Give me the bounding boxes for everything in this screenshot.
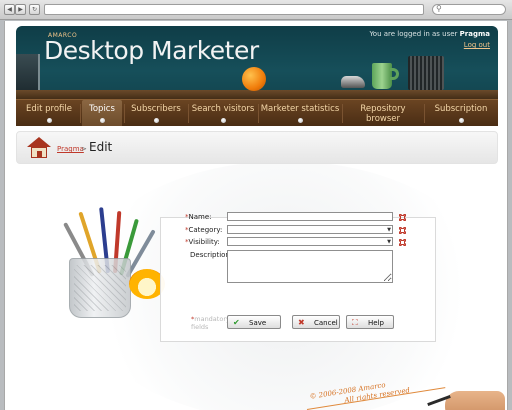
login-status: You are logged in as user Pragma [369,30,490,38]
cancel-button-label: Cancel [314,319,338,327]
category-label-text: Category: [188,226,223,234]
nav-label: Marketer statistics [260,104,340,114]
visibility-label-text: Visibility: [188,238,220,246]
main-navigation: Edit profile Topics Subscribers Search v… [16,99,498,126]
visibility-help-icon[interactable] [397,237,406,246]
nav-dot-icon [220,118,226,123]
breadcrumb-link-pragma[interactable]: Pragma [57,145,84,153]
nav-divider [258,104,259,123]
reload-icon[interactable]: ↻ [29,4,40,15]
breadcrumb-separator: > [81,145,87,153]
name-label: *Name: [185,213,212,221]
nav-divider [424,104,425,123]
name-help-icon[interactable] [397,212,406,221]
logout-link[interactable]: Log out [464,41,490,49]
nav-label: Topics [89,104,115,114]
app-logo: Desktop Marketer [44,36,259,65]
forward-arrow-icon[interactable]: ▶ [15,4,26,15]
site-header: AMARCO Desktop Marketer You are logged i… [16,26,498,126]
nav-label: Search visitors [191,104,255,114]
dropdown-arrow-icon: ▼ [387,227,391,233]
address-bar[interactable] [44,4,424,15]
checkmark-icon: ✔ [233,318,240,327]
nav-divider [124,104,125,123]
description-textarea[interactable] [227,250,393,283]
mug-illustration [372,63,392,89]
close-icon: ✖ [298,318,305,327]
login-prefix: You are logged in as user [369,30,458,38]
orange-illustration [242,67,266,91]
nav-topics[interactable]: Topics [82,100,122,126]
help-icon: ⛶ [352,318,358,327]
nav-marketer-statistics[interactable]: Marketer statistics [260,100,340,126]
visibility-select[interactable]: ▼ [227,237,393,246]
nav-repository-browser[interactable]: Repository browser [344,100,422,126]
nav-label: Subscribers [131,104,181,114]
laptop-illustration [16,54,40,92]
help-button[interactable]: ⛶ Help [346,315,394,329]
breadcrumb: Pragma > Edit [16,131,498,164]
nav-label: Repository browser [360,104,406,124]
hand-writing-illustration [445,391,505,410]
page: AMARCO Desktop Marketer You are logged i… [4,21,508,410]
mandatory-note-line2: fields [191,323,209,331]
save-button-label: Save [249,319,267,327]
home-icon[interactable] [27,137,51,159]
dropdown-arrow-icon: ▼ [387,239,391,245]
home-door [37,151,42,158]
save-button[interactable]: ✔ Save [227,315,281,329]
nav-divider [342,104,343,123]
name-input[interactable] [227,212,393,221]
home-roof [27,137,51,147]
nav-edit-profile[interactable]: Edit profile [20,100,78,126]
pencil-cup [69,258,131,318]
username: Pragma [459,30,490,38]
mug-handle-illustration [390,68,399,80]
nav-dot-icon [99,118,105,123]
back-arrow-icon[interactable]: ◀ [4,4,15,15]
nav-divider [80,104,81,123]
nav-label: Subscription [434,104,488,114]
nav-dot-icon [458,118,464,123]
mandatory-note-line1: mandatory [194,315,230,323]
name-label-text: Name: [188,213,212,221]
mandatory-fields-note: *mandatory fields [191,315,230,331]
category-select[interactable]: ▼ [227,225,393,234]
page-title: Edit [89,140,113,154]
pen-holder-illustration [408,56,444,90]
browser-toolbar: ◀ ▶ ↻ ⚲ [0,0,512,20]
nav-divider [188,104,189,123]
stapler-illustration [341,76,365,88]
category-label: *Category: [185,226,222,234]
copyright-text: © 2006-2008 Amarco All rights reserved [309,377,411,410]
nav-dot-icon [297,118,303,123]
category-help-icon[interactable] [397,225,406,234]
cancel-button[interactable]: ✖ Cancel [292,315,340,329]
search-icon: ⚲ [436,4,442,13]
nav-search-visitors[interactable]: Search visitors [190,100,256,126]
visibility-label: *Visibility: [185,238,220,246]
nav-dot-icon [153,118,159,123]
description-label: Description: [190,251,233,259]
nav-label: Edit profile [25,104,72,114]
nav-dot-icon [46,118,52,123]
browser-search-field[interactable]: ⚲ [432,4,506,15]
help-button-label: Help [368,319,384,327]
nav-subscribers[interactable]: Subscribers [126,100,186,126]
nav-subscription[interactable]: Subscription [426,100,496,126]
